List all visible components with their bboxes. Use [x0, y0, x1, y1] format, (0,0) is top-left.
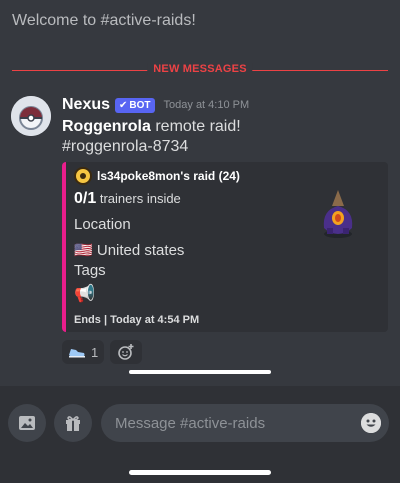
trainers-label: trainers inside	[96, 191, 181, 206]
location-value: United states	[96, 242, 185, 259]
message-header: Nexus ✔ BOT Today at 4:10 PM	[62, 96, 249, 114]
embed-author: ls34poke8mon's raid (24)	[74, 167, 240, 185]
gift-button[interactable]	[54, 404, 92, 442]
roggenrola-thumbnail	[323, 190, 353, 238]
author-name[interactable]: Nexus	[62, 96, 110, 114]
new-messages-label: NEW MESSAGES	[147, 63, 253, 75]
emoji-button[interactable]	[361, 413, 381, 433]
message-timestamp: Today at 4:10 PM	[163, 99, 250, 111]
message-line-1: Roggenrola remote raid!	[62, 118, 241, 136]
message-input[interactable]: Message #active-raids	[101, 404, 389, 442]
location-value-row: 🇺🇸 United states	[74, 241, 184, 259]
reactions-bar: 1	[62, 340, 143, 364]
trainers-count: 0/1	[74, 190, 97, 207]
image-upload-button[interactable]	[8, 404, 46, 442]
scroll-handle[interactable]	[129, 370, 271, 374]
reaction-count: 1	[91, 344, 99, 360]
raid-author-icon	[74, 167, 92, 185]
home-indicator	[129, 470, 271, 475]
smiley-icon	[361, 413, 381, 433]
message-input-placeholder: Message #active-raids	[115, 414, 266, 432]
trainers-inside: 0/1 trainers inside	[74, 190, 181, 208]
pokemon-name: Roggenrola	[62, 118, 151, 135]
shoe-icon	[69, 349, 85, 358]
message-composer: Message #active-raids	[0, 386, 400, 483]
add-reaction-button[interactable]	[110, 340, 143, 364]
message-line-2: #roggenrola-8734	[62, 138, 189, 155]
add-reaction-icon	[118, 344, 134, 360]
reaction-shoe[interactable]: 1	[62, 340, 105, 364]
image-icon	[19, 416, 35, 430]
message-line-1-rest: remote raid!	[150, 118, 241, 135]
embed-footer: Ends | Today at 4:54 PM	[74, 314, 200, 326]
gift-icon	[66, 416, 80, 431]
avatar[interactable]	[11, 96, 51, 136]
tags-title: Tags	[74, 262, 106, 279]
bot-tag: ✔ BOT	[115, 97, 155, 113]
channel-welcome: Welcome to #active-raids!	[12, 12, 196, 29]
bot-tag-label: BOT	[129, 99, 151, 111]
location-title: Location	[74, 216, 131, 233]
megaphone-icon: 📢	[74, 284, 96, 303]
embed-author-name: ls34poke8mon's raid (24)	[97, 169, 240, 183]
us-flag-icon: 🇺🇸	[74, 242, 93, 259]
raid-embed: ls34poke8mon's raid (24) 0/1 trainers in…	[62, 162, 388, 332]
checkmark-icon: ✔	[119, 99, 128, 111]
